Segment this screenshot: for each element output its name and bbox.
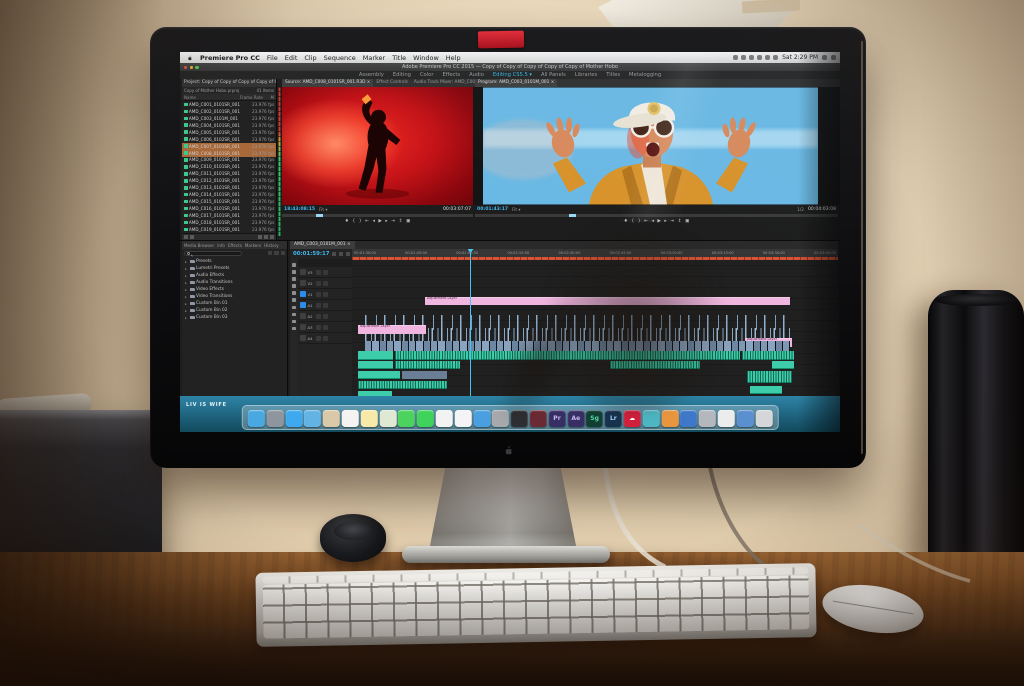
- webcam-tape: [477, 30, 525, 49]
- glass-tint: [180, 52, 840, 432]
- monitor-stand-foot: [402, 546, 610, 563]
- photo-of-desk-with-imac: Premiere Pro CC FileEditClipSequenceMark…: [0, 0, 1024, 686]
- apple-logo: [505, 446, 512, 455]
- keyboard-keys: [262, 575, 810, 639]
- apple-keyboard: [255, 563, 817, 647]
- monitor-stand: [428, 464, 578, 556]
- desk-knob-object: [320, 514, 386, 562]
- screen-content: Premiere Pro CC FileEditClipSequenceMark…: [180, 52, 840, 432]
- monitor-chin: [150, 432, 866, 468]
